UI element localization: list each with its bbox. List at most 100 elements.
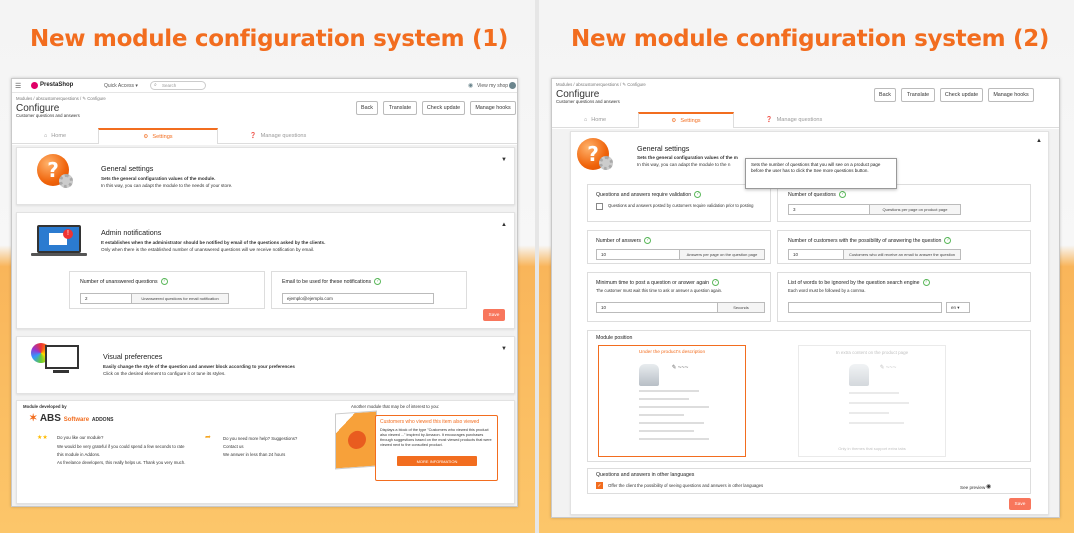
rate-module-text: We would be very grateful if you could s… [57,444,185,449]
hoodie-image [849,364,869,386]
admin-notifications-title: Admin notifications [101,228,162,237]
promo-card: Customers who viewed this item also view… [375,415,498,481]
rate-module-link[interactable]: this module in Addons. [57,452,100,457]
tab-manage-questions[interactable]: ❓ Manage questions [218,128,338,143]
general-settings-title: General settings [101,164,154,173]
help-icon[interactable]: ? [944,237,952,244]
ignore-words-input[interactable] [788,302,942,313]
module-position-box: Module position Under the product's desc… [587,330,1031,462]
general-settings-panel: ? General settings Sets the general conf… [570,131,1049,515]
save-button[interactable]: Save [483,309,505,321]
number-of-questions-label: Number of questions? [788,191,846,198]
number-of-questions-box: Number of questions? 3 Questions per pag… [777,184,1031,222]
notification-email-box: Email to be used for these notifications… [271,271,467,309]
check-update-button[interactable]: Check update [940,88,983,102]
tab-bar: ⌂ Home ⚙ Settings ❓ Manage questions [552,112,1059,128]
help-icon[interactable]: ? [643,237,651,244]
help-icon[interactable]: ? [712,279,720,286]
save-button[interactable]: Save [1009,498,1031,510]
check-update-button[interactable]: Check update [422,101,465,115]
number-of-customers-label: Number of customers with the possibility… [788,237,952,244]
laptop-email-icon: ! [37,225,81,253]
more-information-button[interactable]: MORE INFORMATION [397,456,477,466]
tab-home[interactable]: ⌂ Home [12,128,98,143]
tab-manage-questions[interactable]: ❓ Manage questions [734,112,854,127]
manage-hooks-button[interactable]: Manage hooks [470,101,516,115]
quick-access-menu[interactable]: Quick Access ▾ [104,83,138,89]
minimum-time-label: Minimum time to post a question or answe… [596,279,720,286]
unanswered-questions-label: Number of unanswered questions? [80,278,168,285]
number-of-answers-input[interactable]: 10 [596,249,680,260]
back-button[interactable]: Back [874,88,896,102]
left-heading: New module configuration system (1) [30,26,509,52]
hoodie-image [639,364,659,386]
position-under-description[interactable]: Under the product's description ✎ ~~~ [598,345,746,457]
product-box-image [335,410,377,470]
gear-icon [599,156,613,170]
minimum-time-input[interactable]: 10 [596,302,718,313]
number-of-customers-input[interactable]: 10 [788,249,844,260]
help-icon[interactable]: ? [922,279,930,286]
left-window: ☰ PrestaShop Quick Access ▾ ⌕ Search ◉ V… [11,78,518,507]
search-icon: ⌕ [154,82,157,88]
other-languages-box: Questions and answers in other languages… [587,468,1031,494]
number-of-answers-label: Number of answers? [596,237,651,244]
ignore-words-label: List of words to be ignored by the quest… [788,279,930,286]
number-of-questions-input[interactable]: 3 [788,204,870,215]
number-of-answers-box: Number of answers? 10 Answers per page o… [587,230,771,264]
position-extra-content[interactable]: In extra content on the product page ✎ ~… [798,345,946,457]
left-panel: New module configuration system (1) ☰ Pr… [0,0,537,533]
admin-topbar: ☰ PrestaShop Quick Access ▾ ⌕ Search ◉ V… [12,79,517,93]
view-shop-link[interactable]: View my shop [477,83,508,89]
help-icon[interactable]: ? [160,278,168,285]
eye-icon: ◉ [468,83,474,89]
chevron-down-icon[interactable]: ▼ [501,157,507,163]
general-settings-panel[interactable]: ? General settings Sets the general conf… [16,147,515,205]
other-languages-checkbox[interactable]: ✓ [596,482,603,489]
notification-email-label: Email to be used for these notifications… [282,278,382,285]
promo-title: Customers who viewed this item also view… [380,419,480,425]
tab-settings[interactable]: ⚙ Settings [98,128,218,144]
brand-name: PrestaShop [40,82,74,88]
number-of-customers-box: Number of customers with the possibility… [777,230,1031,264]
admin-notifications-panel: ! Admin notifications It establishes whe… [16,212,515,329]
chevron-down-icon[interactable]: ▼ [501,346,507,352]
tab-bar: ⌂ Home ⚙ Settings ❓ Manage questions [12,128,517,144]
help-icon[interactable]: ? [694,191,702,198]
back-button[interactable]: Back [356,101,378,115]
require-validation-checkbox[interactable] [596,203,603,210]
search-input[interactable]: Search [162,83,176,88]
right-window: Modules / abscustomerquestions / ✎ Confi… [551,78,1060,518]
unanswered-questions-input[interactable]: 2 [80,293,132,304]
menu-icon[interactable]: ☰ [15,82,21,90]
home-icon: ⌂ [583,116,588,123]
help-icon[interactable]: ? [374,278,382,285]
translate-button[interactable]: Translate [383,101,417,115]
eye-icon[interactable]: ◉ [986,483,991,490]
manage-hooks-button[interactable]: Manage hooks [988,88,1034,102]
visual-preferences-panel[interactable]: Visual preferences Easily change the sty… [16,336,515,394]
contact-link[interactable]: Contact us [223,444,244,449]
help-icon[interactable]: ? [838,191,846,198]
folders-icon: ➦ [205,434,211,441]
chevron-up-icon[interactable]: ▲ [1036,138,1042,144]
translate-button[interactable]: Translate [901,88,935,102]
question-icon: ❓ [765,116,773,123]
abs-logo: ✶ ABS Software ADDONS [29,413,114,424]
unanswered-questions-box: Number of unanswered questions? 2 Unansw… [69,271,265,309]
tab-settings[interactable]: ⚙ Settings [638,112,734,128]
another-module-label: Another module that may be of interest t… [351,404,440,409]
see-preview-link[interactable]: See preview [960,485,985,490]
tab-home[interactable]: ⌂ Home [552,112,638,127]
gears-icon: ⚙ [671,118,677,124]
number-of-questions-tooltip: Sets the number of questions that you wi… [745,158,897,189]
minimum-time-box: Minimum time to post a question or answe… [587,272,771,322]
avatar[interactable] [509,82,516,89]
notification-email-input[interactable]: ejemplo@ejemplo.com [282,293,434,304]
language-select[interactable]: en ▾ [946,302,970,313]
gear-icon [59,174,73,188]
chevron-up-icon[interactable]: ▲ [501,222,507,228]
search-box[interactable]: ⌕ Search [150,81,206,90]
module-position-label: Module position [596,335,633,341]
require-validation-label: Questions and answers require validation… [596,191,702,198]
